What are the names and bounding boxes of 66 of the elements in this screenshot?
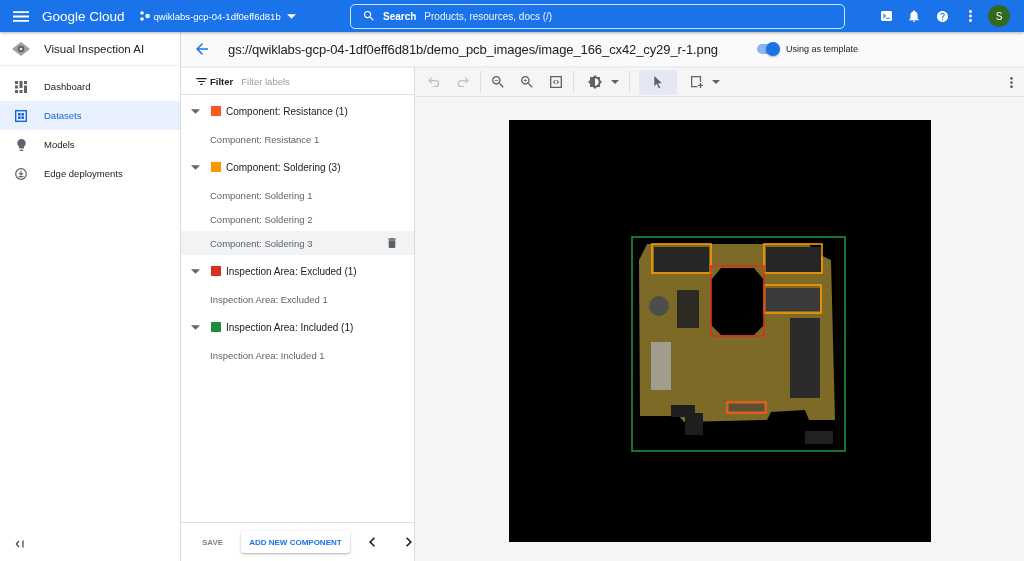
collapse-icon (15, 540, 25, 548)
trash-icon (388, 238, 396, 248)
file-path: gs://qwiklabs-gcp-04-1df0eff6d81b/demo_pcb_images/image_166_cx42_cy29_r-1.png (228, 41, 719, 57)
nav-item[interactable]: Dashboard (0, 72, 180, 101)
label-group-name[interactable]: Inspection Area: Excluded (1) (226, 265, 357, 277)
nav-item[interactable]: Datasets (0, 101, 180, 130)
search-label: Search (383, 10, 417, 22)
menu-button[interactable] (13, 8, 29, 24)
product-title: Visual Inspection AI (44, 42, 145, 55)
pointer-icon (654, 75, 662, 89)
search-icon (364, 11, 374, 21)
select-tool-button[interactable] (639, 69, 677, 95)
menu-icon (13, 10, 29, 22)
zoom-in-icon (521, 76, 533, 88)
label-group-name[interactable]: Component: Soldering (3) (226, 161, 341, 173)
chevron-right-icon (405, 537, 412, 547)
undo-icon (428, 77, 440, 87)
more-icon (1009, 76, 1013, 88)
nav-item[interactable]: Edge deployments (0, 159, 180, 188)
expand-caret-icon[interactable] (191, 108, 200, 114)
table-icon (15, 109, 27, 122)
zoom-out-icon (492, 76, 504, 88)
label-item[interactable]: Component: Resistance 1 (181, 127, 414, 151)
filter-button[interactable]: Filter (196, 75, 234, 87)
nav-item[interactable]: Models (0, 130, 180, 159)
google-cloud-logo[interactable]: Google Cloud (42, 8, 125, 24)
expand-caret-icon[interactable] (191, 324, 200, 330)
eye-diamond-logo-icon (12, 41, 30, 56)
filter-icon (196, 77, 207, 85)
search-field[interactable]: Products, resources, docs (/) (424, 8, 836, 24)
add-component-button[interactable]: ADD NEW COMPONENT (241, 531, 350, 553)
delete-button[interactable] (388, 238, 396, 248)
template-toggle[interactable] (756, 42, 780, 56)
filter-field[interactable]: Filter labels (241, 74, 402, 88)
caret-icon (712, 80, 720, 84)
rectangle-add-icon (691, 76, 703, 88)
project-selector[interactable]: qwiklabs-gcp-04-1df0eff6d81b (139, 6, 296, 26)
more-icon (968, 10, 972, 22)
label-item[interactable]: Inspection Area: Excluded 1 (181, 287, 414, 311)
arrow-back-icon (195, 43, 208, 55)
chevron-left-icon (368, 537, 375, 547)
bell-icon (909, 10, 919, 22)
download-circle-icon (15, 167, 27, 180)
label-item[interactable]: Component: Soldering 2 (181, 207, 414, 231)
lightbulb-icon (16, 138, 26, 151)
label-item[interactable]: Component: Soldering 3 (181, 231, 414, 255)
redo-icon (457, 77, 469, 87)
help-icon (936, 10, 948, 22)
account-avatar[interactable]: S (988, 5, 1010, 27)
brightness-icon (588, 75, 602, 89)
terminal-icon (880, 11, 892, 21)
label-item[interactable]: Component: Soldering 1 (181, 183, 414, 207)
collapse-sidebar-button[interactable] (15, 539, 25, 549)
label-item[interactable]: Inspection Area: Included 1 (181, 343, 414, 367)
back-button[interactable] (195, 42, 208, 56)
code-frame-icon (550, 76, 562, 88)
expand-caret-icon[interactable] (191, 164, 200, 170)
project-icon (139, 11, 150, 21)
caret-icon (286, 13, 296, 19)
label-group-name[interactable]: Component: Resistance (1) (226, 105, 348, 117)
toggle-label: Using as template (786, 44, 859, 54)
search-bar[interactable]: Search Products, resources, docs (/) (350, 3, 845, 29)
expand-caret-icon[interactable] (191, 268, 200, 274)
caret-icon (611, 80, 619, 84)
dashboard-icon (15, 80, 27, 93)
label-group-name[interactable]: Inspection Area: Included (1) (226, 321, 354, 333)
